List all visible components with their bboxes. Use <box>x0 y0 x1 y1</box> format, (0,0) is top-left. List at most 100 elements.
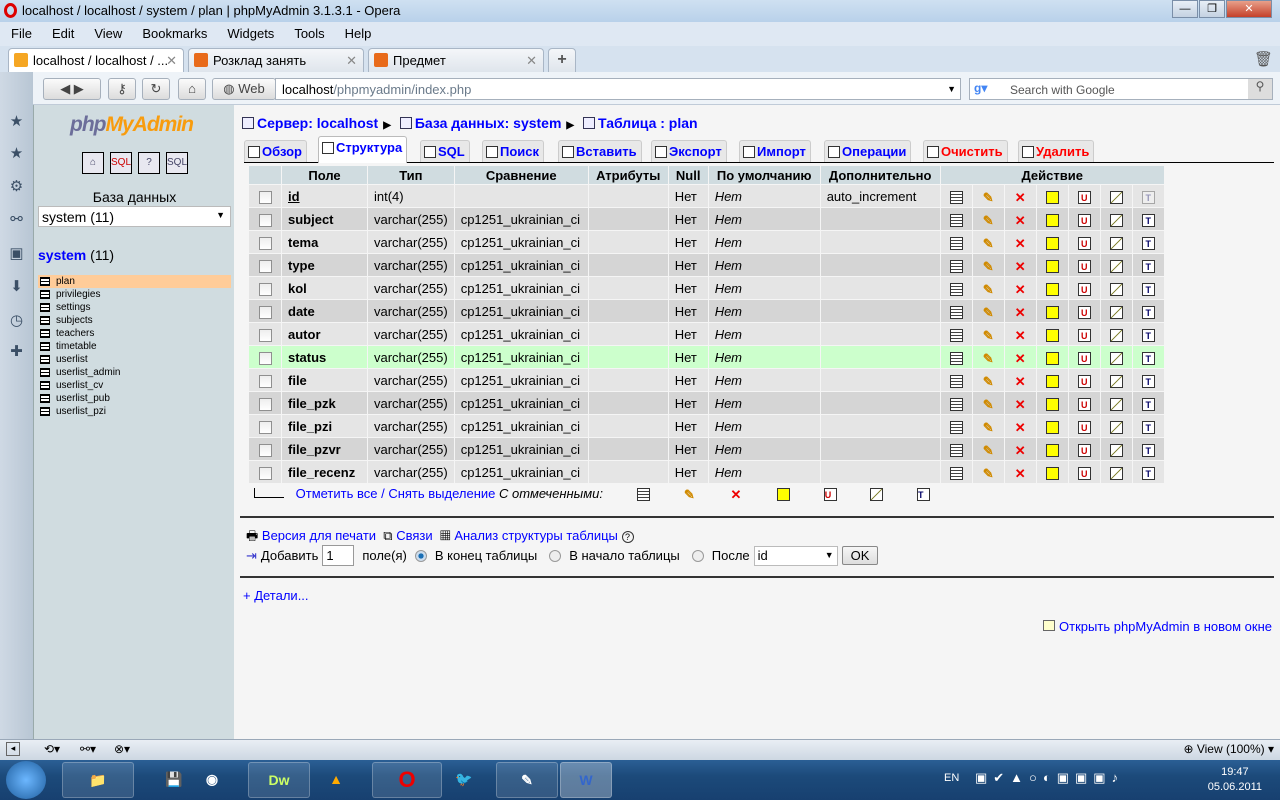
check-all-link[interactable]: Отметить все <box>296 486 378 501</box>
action-cell[interactable]: ✎ <box>972 392 1004 414</box>
web-badge[interactable]: ◍ Web <box>212 78 276 100</box>
home-icon[interactable]: ⌂ <box>82 152 104 174</box>
home-button[interactable]: ⌂ <box>178 78 206 100</box>
edit-icon[interactable]: ✎ <box>982 421 995 434</box>
uncheck-all-link[interactable]: Снять выделение <box>388 486 495 501</box>
drop-icon[interactable]: ✕ <box>1014 237 1027 250</box>
action-cell[interactable] <box>940 300 972 322</box>
table-link-userlist-admin[interactable]: userlist_admin <box>38 366 231 379</box>
action-cell[interactable] <box>1100 369 1132 391</box>
sync-icon[interactable]: ⟲▾ <box>44 742 60 756</box>
browse-icon[interactable] <box>949 305 963 319</box>
radio-after[interactable] <box>691 549 704 562</box>
add-panel-icon[interactable]: ✚ <box>8 342 25 360</box>
action-cell[interactable] <box>1036 323 1068 345</box>
unique-icon[interactable]: U <box>1077 213 1091 227</box>
url-input[interactable]: localhost/phpmyadmin/index.php ▼ <box>275 78 961 100</box>
unique-icon[interactable]: U <box>1077 305 1091 319</box>
primary-icon[interactable] <box>1045 351 1059 365</box>
details-link[interactable]: + Детали... <box>243 588 309 603</box>
index-icon[interactable] <box>1109 397 1123 411</box>
close-tab-icon[interactable]: ✕ <box>166 53 177 69</box>
action-cell[interactable]: ✎ <box>972 231 1004 253</box>
action-cell[interactable]: U <box>1068 254 1100 276</box>
unique-icon[interactable]: U <box>1077 236 1091 250</box>
action-cell[interactable]: T <box>1132 392 1164 414</box>
chrome-taskbar-icon[interactable]: ◉ <box>176 762 248 798</box>
browse-icon[interactable] <box>949 259 963 273</box>
table-row[interactable]: file_pzk varchar(255) cp1251_ukrainian_ci Н… <box>249 392 1164 414</box>
index-icon[interactable] <box>1109 305 1123 319</box>
edit-icon[interactable]: ✎ <box>982 352 995 365</box>
table-row[interactable]: date varchar(255) cp1251_ukrainian_ci Нет Не… <box>249 300 1164 322</box>
search-icon[interactable]: ⚲ <box>1248 79 1272 99</box>
menu-tools[interactable]: Tools <box>283 22 333 46</box>
fulltext-icon[interactable]: T <box>1141 190 1155 204</box>
primary-icon[interactable] <box>1045 397 1059 411</box>
action-cell[interactable]: U <box>1068 369 1100 391</box>
browse-icon[interactable] <box>949 420 963 434</box>
edit-icon[interactable]: ✎ <box>982 444 995 457</box>
action-cell[interactable] <box>1100 277 1132 299</box>
table-link-privilegies[interactable]: privilegies <box>38 288 231 301</box>
action-cell[interactable]: ✎ <box>972 346 1004 368</box>
browse-icon[interactable] <box>949 190 963 204</box>
open-new-window-link[interactable]: Открыть phpMyAdmin в новом окне <box>1059 619 1272 634</box>
table-row[interactable]: file_recenz varchar(255) cp1251_ukrainian_… <box>249 461 1164 483</box>
table-row[interactable]: autor varchar(255) cp1251_ukrainian_ci Нет Н… <box>249 323 1164 345</box>
drop-icon[interactable]: ✕ <box>1014 398 1027 411</box>
action-cell[interactable]: ✎ <box>972 438 1004 460</box>
action-cell[interactable]: T <box>1132 254 1164 276</box>
fulltext-icon[interactable]: T <box>1141 328 1155 342</box>
after-field-select[interactable]: id ▼ <box>753 545 838 566</box>
edit-icon[interactable]: ✎ <box>982 398 995 411</box>
action-cell[interactable]: T <box>1132 438 1164 460</box>
drop-icon[interactable]: ✕ <box>1014 467 1027 480</box>
table-row[interactable]: status varchar(255) cp1251_ukrainian_ci Нет… <box>249 346 1164 368</box>
unique-icon[interactable]: U <box>1077 374 1091 388</box>
action-cell[interactable]: T <box>1132 415 1164 437</box>
action-cell[interactable]: U <box>1068 300 1100 322</box>
help-icon[interactable]: ? <box>138 152 160 174</box>
action-cell[interactable]: ✎ <box>972 254 1004 276</box>
table-row[interactable]: type varchar(255) cp1251_ukrainian_ci Нет Не… <box>249 254 1164 276</box>
menu-help[interactable]: Help <box>334 22 381 46</box>
action-cell[interactable] <box>1036 346 1068 368</box>
links-panel-icon[interactable]: ⚯ <box>8 210 25 228</box>
primary-icon[interactable] <box>1045 259 1059 273</box>
table-row[interactable]: file_pzi varchar(255) cp1251_ukrainian_ci Н… <box>249 415 1164 437</box>
browser-tab-phpmyadmin[interactable]: localhost / localhost / ... ✕ <box>8 48 184 72</box>
unique-icon[interactable]: U <box>1077 351 1091 365</box>
wand-key-button[interactable]: ⚷ <box>108 78 136 100</box>
drop-icon[interactable]: ✕ <box>1014 260 1027 273</box>
index-icon[interactable] <box>1109 351 1123 365</box>
fulltext-icon[interactable]: T <box>1141 213 1155 227</box>
back-forward-buttons[interactable]: ◀ ▶ <box>43 78 101 100</box>
downloads-panel-icon[interactable]: ⬇ <box>8 277 25 295</box>
action-cell[interactable]: ✎ <box>972 369 1004 391</box>
action-cell[interactable]: T <box>1132 369 1164 391</box>
action-cell[interactable] <box>1036 208 1068 230</box>
action-cell[interactable] <box>940 415 972 437</box>
index-icon[interactable] <box>1109 466 1123 480</box>
breadcrumb-server[interactable]: Сервер: localhost <box>257 115 378 131</box>
fulltext-icon[interactable]: T <box>1141 236 1155 250</box>
menu-file[interactable]: File <box>0 22 41 46</box>
action-cell[interactable] <box>1100 231 1132 253</box>
database-select[interactable]: system (11) ▼ <box>38 206 231 227</box>
action-cell[interactable] <box>940 438 972 460</box>
tray-icons[interactable]: ▣✔▲○◐▣▣▣♪ <box>975 770 1124 786</box>
language-indicator[interactable]: EN <box>944 772 959 784</box>
index-icon[interactable] <box>1109 282 1123 296</box>
table-link-userlist-pzi[interactable]: userlist_pzi <box>38 405 231 418</box>
table-link-userlist-pub[interactable]: userlist_pub <box>38 392 231 405</box>
drop-icon[interactable]: ✕ <box>1014 421 1027 434</box>
close-tab-icon[interactable]: ✕ <box>526 53 537 69</box>
primary-icon[interactable] <box>1045 190 1059 204</box>
fulltext-icon[interactable]: T <box>1141 351 1155 365</box>
database-heading[interactable]: system (11) <box>38 247 114 263</box>
drop-icon[interactable]: ✕ <box>1014 329 1027 342</box>
tab-browse[interactable]: Обзор <box>244 140 307 162</box>
action-cell[interactable] <box>940 185 972 207</box>
action-cell[interactable]: ✕ <box>1004 254 1036 276</box>
